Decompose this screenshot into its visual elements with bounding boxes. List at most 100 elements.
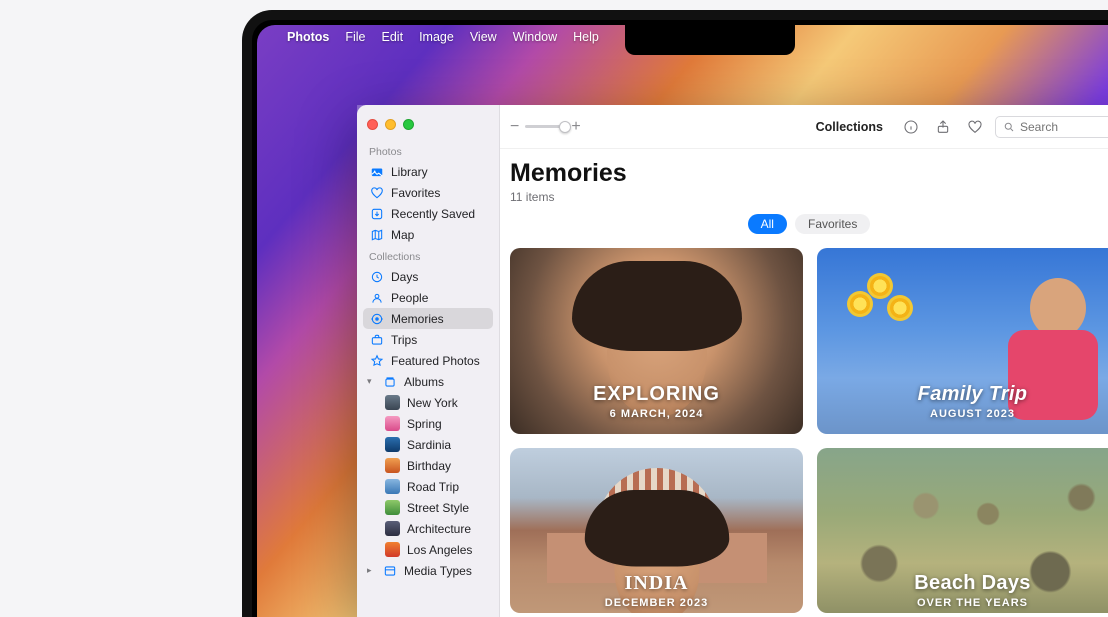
toolbar: − + Collections	[500, 105, 1108, 149]
sidebar-item-map[interactable]: Map	[363, 224, 493, 245]
search-input[interactable]	[1020, 120, 1108, 134]
sidebar-section-collections: Collections	[363, 245, 493, 266]
album-thumbnail	[385, 479, 400, 494]
segment-favorites[interactable]: Favorites	[795, 214, 870, 234]
zoom-window-button[interactable]	[403, 119, 414, 130]
sidebar-item-label: Spring	[407, 417, 442, 431]
sidebar-item-recently-saved[interactable]: Recently Saved	[363, 203, 493, 224]
toolbar-view-mode[interactable]: Collections	[816, 120, 883, 134]
sidebar-item-label: Road Trip	[407, 480, 459, 494]
tile-title: EXPLORING	[510, 384, 803, 405]
person-icon	[369, 290, 384, 305]
zoom-in-icon[interactable]: +	[571, 118, 580, 136]
sidebar-album-street-style[interactable]: Street Style	[363, 497, 493, 518]
album-thumbnail	[385, 416, 400, 431]
display-notch	[625, 25, 795, 55]
sidebar-item-people[interactable]: People	[363, 287, 493, 308]
heart-icon	[369, 185, 384, 200]
sidebar-section-photos: Photos	[363, 140, 493, 161]
tile-illustration	[847, 273, 937, 343]
sidebar-album-los-angeles[interactable]: Los Angeles	[363, 539, 493, 560]
sidebar-item-trips[interactable]: Trips	[363, 329, 493, 350]
album-thumbnail	[385, 542, 400, 557]
sidebar-item-featured[interactable]: Featured Photos	[363, 350, 493, 371]
sidebar-item-label: New York	[407, 396, 458, 410]
zoom-slider[interactable]: − +	[510, 118, 581, 136]
sidebar: Photos Library Favorites Recently Saved …	[357, 105, 500, 617]
clock-icon	[369, 269, 384, 284]
sidebar-item-label: Trips	[391, 333, 417, 347]
chevron-right-icon[interactable]: ▸	[367, 565, 375, 576]
tile-subtitle: OVER THE YEARS	[817, 597, 1108, 609]
memory-tile-beach-days[interactable]: Beach Days OVER THE YEARS	[817, 448, 1108, 613]
memories-icon	[369, 311, 384, 326]
zoom-track[interactable]	[525, 125, 565, 128]
favorite-button[interactable]	[963, 115, 987, 139]
minimize-window-button[interactable]	[385, 119, 396, 130]
sidebar-item-label: People	[391, 291, 428, 305]
content-area: Memories 11 items All Favorites EXPLORIN…	[500, 149, 1108, 617]
sidebar-album-spring[interactable]: Spring	[363, 413, 493, 434]
sidebar-item-label: Favorites	[391, 186, 440, 200]
menubar-view[interactable]: View	[470, 30, 497, 44]
tile-title: Beach Days	[817, 573, 1108, 594]
albums-icon	[382, 374, 397, 389]
star-icon	[369, 353, 384, 368]
info-button[interactable]	[899, 115, 923, 139]
menubar-window[interactable]: Window	[513, 30, 557, 44]
close-window-button[interactable]	[367, 119, 378, 130]
share-button[interactable]	[931, 115, 955, 139]
sidebar-item-days[interactable]: Days	[363, 266, 493, 287]
memory-tile-india[interactable]: INDIA DECEMBER 2023	[510, 448, 803, 613]
segmented-control: All Favorites	[510, 214, 1108, 234]
sidebar-album-birthday[interactable]: Birthday	[363, 455, 493, 476]
zoom-out-icon[interactable]: −	[510, 118, 519, 136]
search-field[interactable]	[995, 116, 1108, 138]
menubar-help[interactable]: Help	[573, 30, 599, 44]
laptop-frame: Photos File Edit Image View Window Help …	[242, 10, 1108, 617]
tile-subtitle: 6 MARCH, 2024	[510, 408, 803, 420]
menubar-file[interactable]: File	[345, 30, 365, 44]
tile-title: Family Trip	[817, 384, 1108, 405]
sidebar-item-label: Street Style	[407, 501, 469, 515]
main-area: − + Collections Memories	[500, 105, 1108, 617]
page-subtitle: 11 items	[510, 190, 1108, 204]
sidebar-item-favorites[interactable]: Favorites	[363, 182, 493, 203]
sidebar-item-label: Days	[391, 270, 418, 284]
library-icon	[369, 164, 384, 179]
memories-grid: EXPLORING 6 MARCH, 2024 Family Trip AUGU…	[510, 248, 1108, 613]
album-thumbnail	[385, 395, 400, 410]
sidebar-item-label: Map	[391, 228, 414, 242]
zoom-knob[interactable]	[559, 121, 571, 133]
sidebar-album-sardinia[interactable]: Sardinia	[363, 434, 493, 455]
chevron-down-icon[interactable]: ▾	[367, 376, 375, 387]
album-thumbnail	[385, 521, 400, 536]
sidebar-album-road-trip[interactable]: Road Trip	[363, 476, 493, 497]
sidebar-item-memories[interactable]: Memories	[363, 308, 493, 329]
sidebar-item-albums[interactable]: ▾ Albums	[363, 371, 493, 392]
segment-all[interactable]: All	[748, 214, 787, 234]
menubar-image[interactable]: Image	[419, 30, 454, 44]
album-thumbnail	[385, 458, 400, 473]
tile-caption: EXPLORING 6 MARCH, 2024	[510, 384, 803, 420]
tile-caption: Family Trip AUGUST 2023	[817, 384, 1108, 420]
sidebar-album-new-york[interactable]: New York	[363, 392, 493, 413]
sidebar-item-library[interactable]: Library	[363, 161, 493, 182]
suitcase-icon	[369, 332, 384, 347]
sidebar-item-label: Sardinia	[407, 438, 451, 452]
sidebar-item-label: Featured Photos	[391, 354, 480, 368]
tile-subtitle: DECEMBER 2023	[510, 597, 803, 609]
sidebar-item-label: Birthday	[407, 459, 451, 473]
sidebar-album-architecture[interactable]: Architecture	[363, 518, 493, 539]
menubar-edit[interactable]: Edit	[382, 30, 404, 44]
download-icon	[369, 206, 384, 221]
sidebar-item-label: Recently Saved	[391, 207, 475, 221]
menubar-appname[interactable]: Photos	[287, 30, 329, 44]
media-types-icon	[382, 563, 397, 578]
memory-tile-family-trip[interactable]: Family Trip AUGUST 2023	[817, 248, 1108, 434]
sidebar-item-label: Albums	[404, 375, 444, 389]
sidebar-item-media-types[interactable]: ▸ Media Types	[363, 560, 493, 581]
tile-title: INDIA	[510, 573, 803, 594]
tile-subtitle: AUGUST 2023	[817, 408, 1108, 420]
memory-tile-exploring[interactable]: EXPLORING 6 MARCH, 2024	[510, 248, 803, 434]
